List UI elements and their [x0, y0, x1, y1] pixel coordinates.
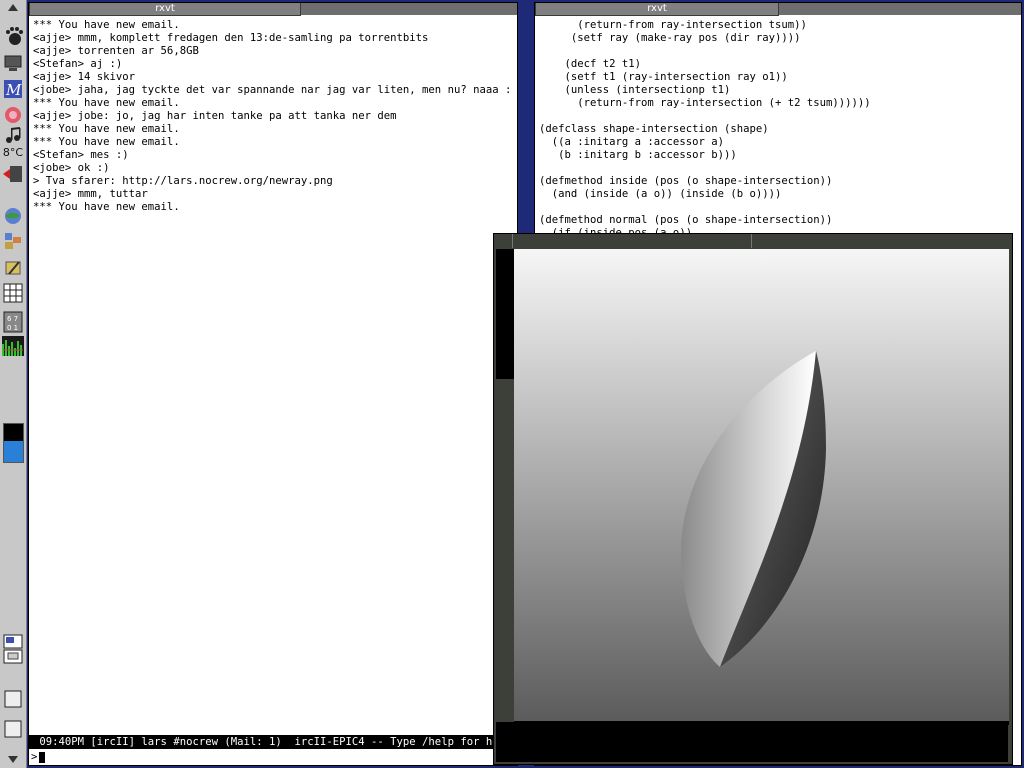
code-window-title[interactable]: rxvt — [535, 3, 779, 16]
scroll-up-arrow-icon[interactable] — [2, 0, 24, 14]
code-line: (decf t2 t1) — [539, 58, 642, 70]
svg-text:0 1: 0 1 — [7, 324, 18, 332]
irc-message-log: *** You have new email. <ajje> mmm, kompl… — [33, 19, 513, 214]
music-note-icon[interactable] — [2, 124, 24, 146]
workspace-pager-icon[interactable] — [2, 634, 24, 664]
activity-meter — [3, 423, 24, 463]
temperature-readout: 8°C — [2, 146, 24, 159]
irc-message-line: <Stefan> aj :) — [33, 58, 123, 70]
run-arrow-icon[interactable] — [2, 163, 24, 185]
irc-message-line: <Stefan> mes :) — [33, 149, 129, 161]
irc-command-input[interactable]: > — [29, 749, 517, 765]
viewer-window-corner[interactable] — [494, 234, 513, 248]
irc-status-bar: 09:40PM [ircII] lars #nocrew (Mail: 1) i… — [29, 735, 517, 749]
irc-message-line: <ajje> jobe: jo, jag har inten tanke pa … — [33, 110, 397, 122]
svg-text:6 7: 6 7 — [7, 315, 18, 323]
irc-message-line: <ajje> mmm, komplett fredagen den 13:de-… — [33, 32, 429, 44]
cpu-graph-icon[interactable] — [2, 335, 24, 357]
code-line: (b :initarg b :accessor b))) — [539, 149, 737, 161]
code-window-titlebar[interactable]: rxvt — [535, 3, 1021, 16]
irc-message-line: *** You have new email. — [33, 97, 180, 109]
mail-icon[interactable]: M — [2, 78, 24, 100]
monitor-icon[interactable] — [2, 52, 24, 74]
rendered-raytraced-image — [514, 249, 1009, 725]
irc-terminal-window[interactable]: rxvt *** You have new email. <ajje> mmm, … — [28, 2, 518, 766]
globe-icon[interactable] — [2, 205, 24, 227]
irc-prompt: > — [31, 751, 38, 763]
window-icon[interactable] — [2, 688, 24, 710]
viewer-window-titlebar[interactable] — [513, 234, 752, 248]
calculator-icon[interactable]: 6 70 1 — [2, 311, 24, 333]
code-line: (setf ray (make-ray pos (dir ray)))) — [539, 32, 801, 44]
irc-message-line: > Tva sfarer: http://lars.nocrew.org/new… — [33, 175, 333, 187]
code-line: (and (inside (a o)) (inside (b o)))) — [539, 188, 782, 200]
irc-message-line: <ajje> mmm, tuttar — [33, 188, 148, 200]
code-line: ((a :initarg a :accessor a) — [539, 136, 724, 148]
viewer-bottom-bar — [496, 722, 1008, 762]
irc-window-titlebar[interactable]: rxvt — [29, 3, 517, 16]
code-line: (setf t1 (ray-intersection ray o1)) — [539, 71, 788, 83]
irc-message-line: *** You have new email. — [33, 136, 180, 148]
lisp-source-code: (return-from ray-intersection tsum)) (se… — [539, 19, 1017, 240]
viewer-side-strip — [496, 249, 514, 379]
application-dock: M 8°C 6 70 1 — [0, 0, 27, 768]
sticker-icon[interactable] — [2, 104, 24, 126]
code-line: (return-from ray-intersection (+ t2 tsum… — [539, 97, 871, 109]
irc-message-line: *** You have new email. — [33, 201, 180, 213]
scroll-down-arrow-icon[interactable] — [2, 752, 24, 766]
code-line: (defmethod inside (pos (o shape-intersec… — [539, 175, 833, 187]
activity-meter-fill — [4, 441, 23, 462]
text-cursor — [39, 751, 46, 763]
irc-message-line: <ajje> 14 skivor — [33, 71, 136, 83]
gnome-foot-icon[interactable] — [2, 25, 24, 47]
irc-window-title[interactable]: rxvt — [29, 3, 301, 16]
irc-message-line: *** You have new email. — [33, 19, 180, 31]
code-line: (defclass shape-intersection (shape) — [539, 123, 769, 135]
irc-message-line: *** You have new email. — [33, 123, 180, 135]
irc-message-line: <jobe> ok :) — [33, 162, 110, 174]
code-line: (unless (intersectionp t1) — [539, 84, 731, 96]
calendar-grid-icon[interactable] — [2, 282, 24, 304]
notepad-icon[interactable] — [2, 257, 24, 279]
image-viewer-window[interactable] — [493, 233, 1013, 765]
irc-message-line: <jobe> jaha, jag tyckte det var spannand… — [33, 84, 513, 96]
code-line: (return-from ray-intersection tsum)) — [539, 19, 807, 31]
svg-text:M: M — [5, 81, 22, 99]
window-icon-2[interactable] — [2, 718, 24, 740]
code-line: (defmethod normal (pos (o shape-intersec… — [539, 214, 833, 226]
blocks-icon[interactable] — [2, 230, 24, 252]
irc-message-line: <ajje> torrenten ar 56,8GB — [33, 45, 199, 57]
